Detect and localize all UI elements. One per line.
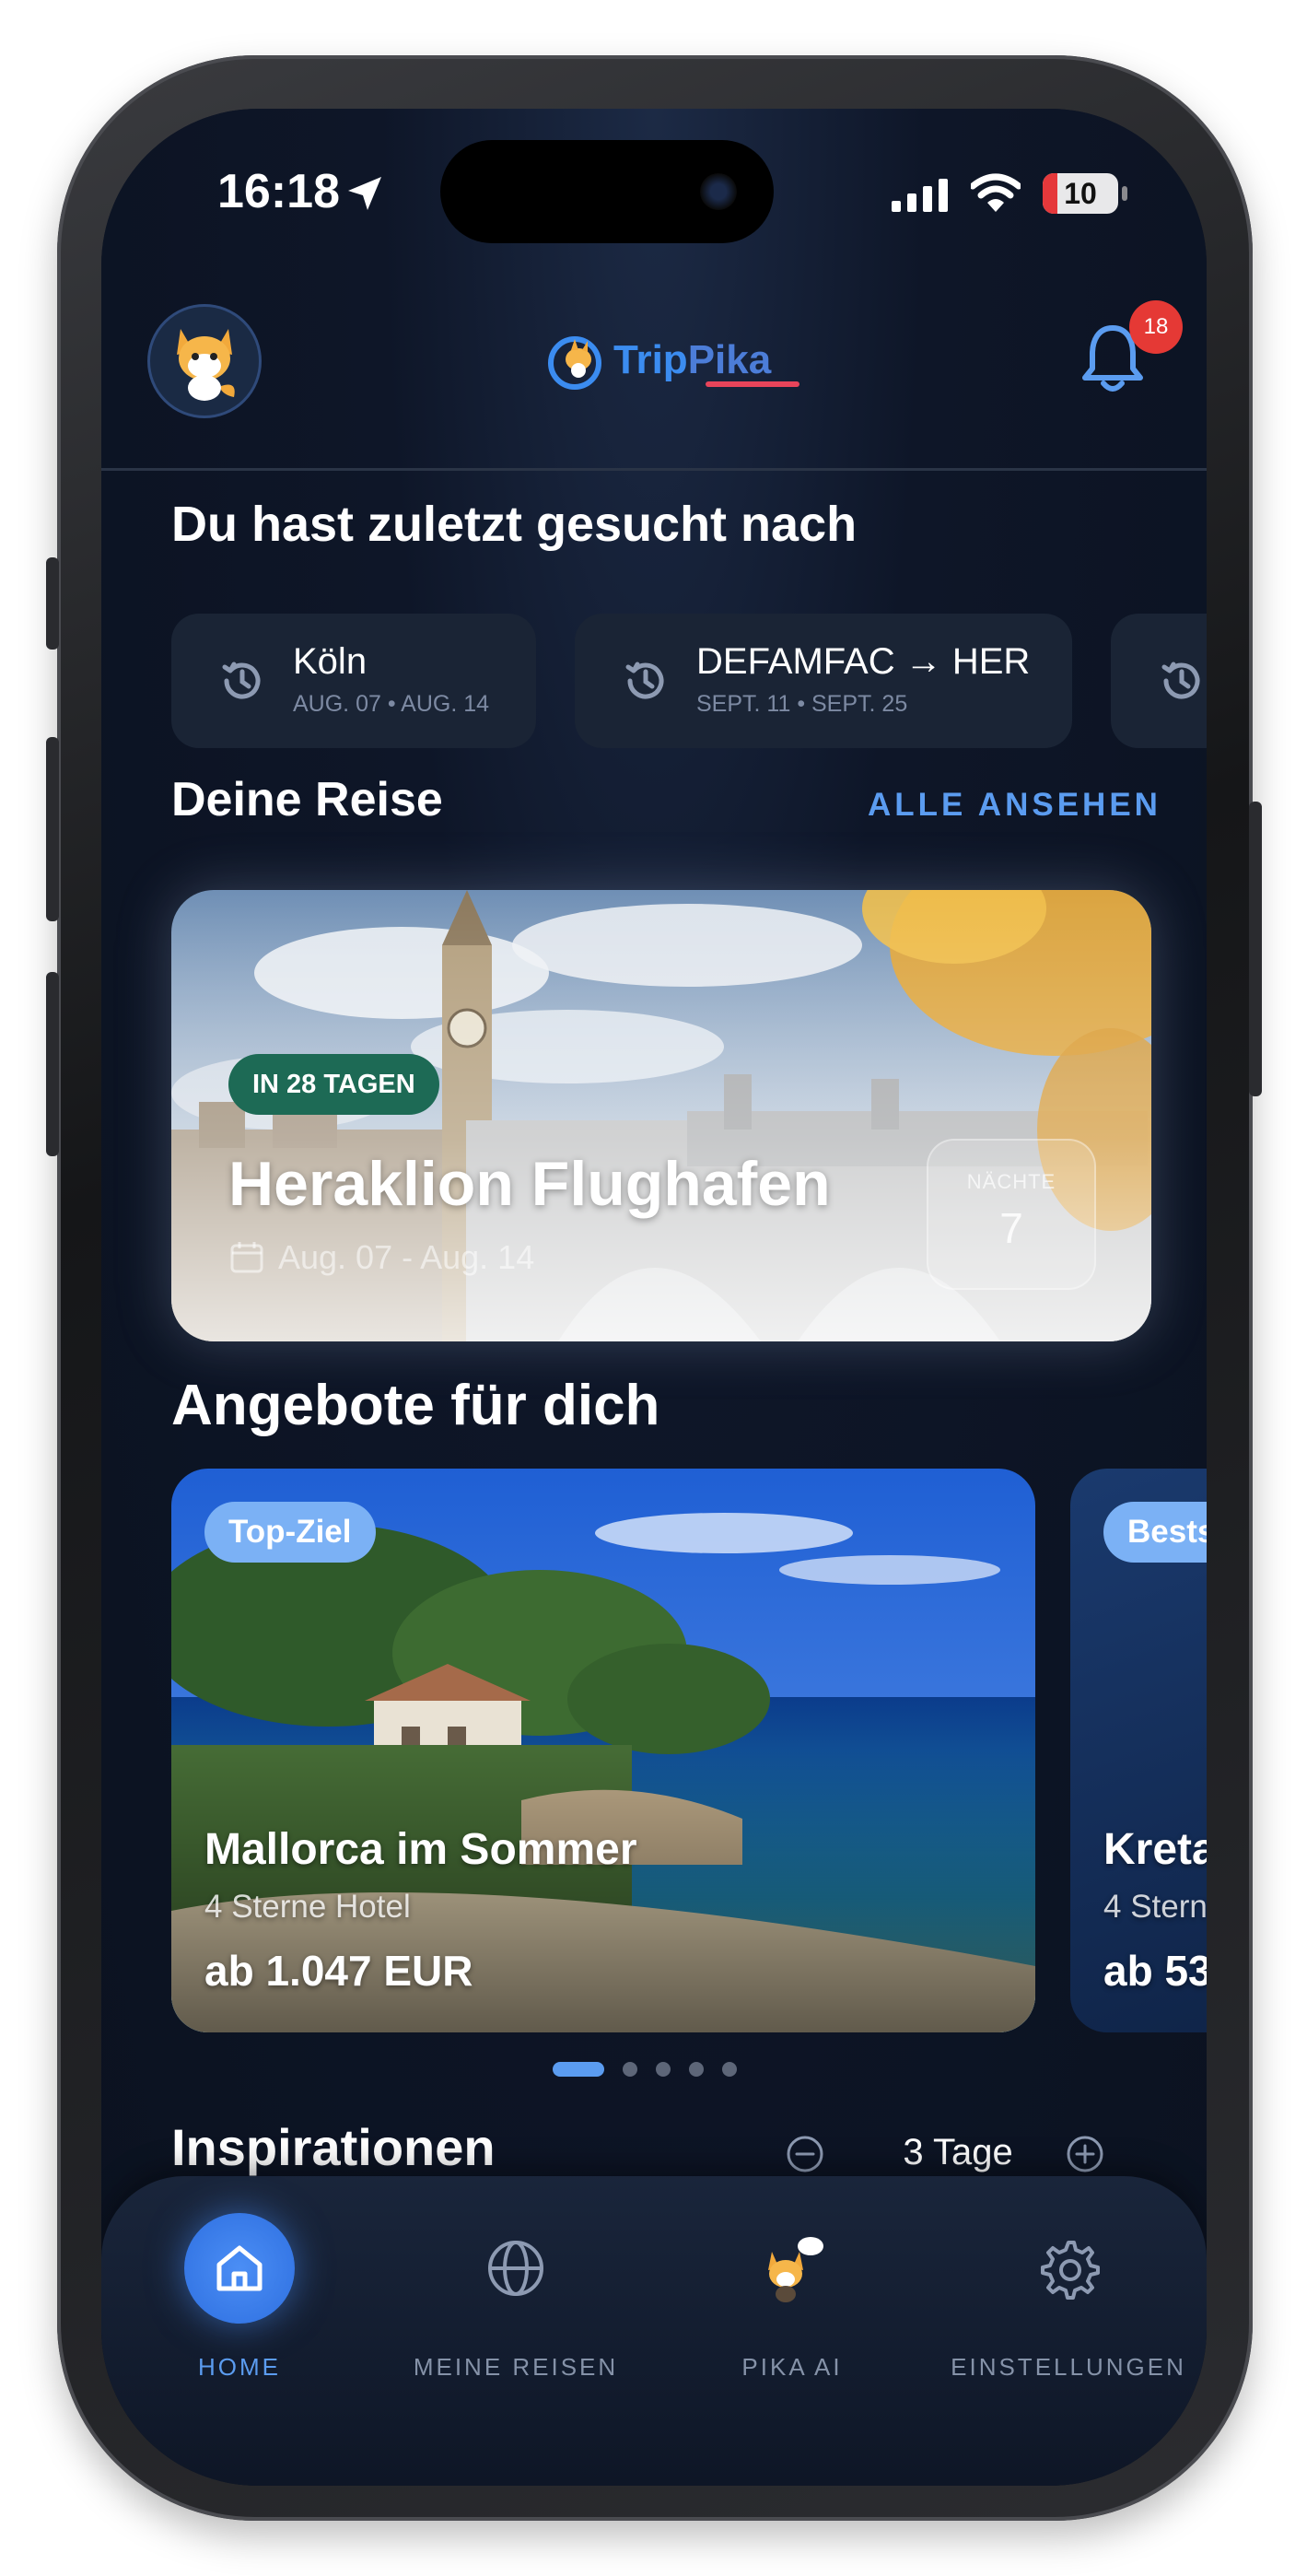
carousel-pagination bbox=[101, 2058, 1207, 2080]
nav-trips-icon-wrap bbox=[461, 2213, 571, 2324]
nav-item-home[interactable]: HOME bbox=[101, 2213, 378, 2416]
recent-search-dates: SEPT. 11 • SEPT. 25 bbox=[696, 691, 908, 717]
volume-up-button bbox=[46, 737, 59, 921]
offer-price: ab 53 bbox=[1103, 1947, 1207, 1995]
trip-dates: Aug. 07 - Aug. 14 bbox=[278, 1238, 535, 1276]
offers-section-title: Angebote für dich bbox=[171, 1374, 660, 1437]
battery-nub bbox=[1122, 186, 1127, 201]
nav-label-settings: EINSTELLUNGEN bbox=[951, 2353, 1186, 2381]
bottom-navigation: HOME MEINE REISEN PIKA AI EINSTELLUNGEN bbox=[101, 2176, 1207, 2486]
recent-searches-title: Du hast zuletzt gesucht nach bbox=[171, 497, 858, 552]
offer-price: ab 1.047 EUR bbox=[204, 1947, 473, 1995]
front-camera bbox=[700, 173, 737, 210]
app-screen: 16:18 10 TripPika 18 Du hast zuletzt ges… bbox=[101, 109, 1207, 2486]
offer-title: Kreta bbox=[1103, 1825, 1207, 1874]
logo-trip-text: Trip bbox=[613, 337, 688, 382]
location-arrow-icon bbox=[348, 177, 381, 210]
nav-item-pika-ai[interactable]: PIKA AI bbox=[654, 2213, 930, 2416]
recent-search-chip[interactable]: Köln AUG. 07 • AUG. 14 bbox=[171, 614, 536, 748]
trip-section-title: Deine Reise bbox=[171, 773, 443, 826]
gear-icon bbox=[1041, 2241, 1100, 2300]
offer-subtitle: 4 Sterne Hotel bbox=[204, 1889, 411, 1925]
battery-indicator: 10 bbox=[1043, 173, 1118, 214]
nights-label: NÄCHTE bbox=[966, 1170, 1056, 1193]
carousel-dot[interactable] bbox=[689, 2062, 704, 2077]
power-button bbox=[1249, 802, 1262, 1096]
status-bar: 16:18 10 bbox=[101, 109, 1207, 275]
carousel-dot[interactable] bbox=[722, 2062, 737, 2077]
volume-down-button bbox=[46, 972, 59, 1156]
duration-value: 3 Tage bbox=[903, 2132, 1013, 2172]
profile-avatar[interactable] bbox=[147, 304, 262, 418]
home-icon bbox=[216, 2245, 263, 2291]
carousel-dot[interactable] bbox=[656, 2062, 671, 2077]
nav-home-icon-wrap bbox=[184, 2213, 295, 2324]
offer-card[interactable]: Top-Ziel Mallorca im Sommer 4 Sterne Hot… bbox=[171, 1469, 1035, 2032]
trip-destination: Heraklion Flughafen bbox=[228, 1149, 831, 1219]
history-icon bbox=[222, 662, 261, 699]
nights-box: NÄCHTE 7 bbox=[927, 1139, 1096, 1290]
carousel-dot[interactable] bbox=[623, 2062, 637, 2077]
trippika-logo-icon bbox=[548, 336, 601, 390]
recent-search-dates: AUG. 07 • AUG. 14 bbox=[293, 691, 490, 717]
status-time: 16:18 bbox=[217, 165, 340, 218]
fox-mascot-icon bbox=[177, 329, 235, 401]
recent-search-chip[interactable] bbox=[1111, 614, 1207, 748]
nav-label-my-trips: MEINE REISEN bbox=[413, 2353, 619, 2381]
history-icon bbox=[625, 662, 664, 699]
battery-level: 10 bbox=[1064, 177, 1097, 210]
cellular-signal-icon bbox=[892, 179, 948, 212]
nav-label-pika-ai: PIKA AI bbox=[741, 2353, 843, 2381]
nights-value: 7 bbox=[999, 1204, 1023, 1252]
carousel-dot[interactable] bbox=[553, 2062, 604, 2077]
nav-item-settings[interactable]: EINSTELLUNGEN bbox=[930, 2213, 1207, 2416]
app-logo: TripPika bbox=[543, 328, 799, 392]
calendar-icon bbox=[230, 1242, 263, 1273]
recent-search-title: DEFAMFAC → HER bbox=[696, 641, 1031, 682]
inspirations-title: Inspirationen bbox=[171, 2118, 496, 2176]
recent-search-title: Köln bbox=[293, 641, 368, 682]
offer-card[interactable]: Bests Kreta 4 Stern ab 53 bbox=[1070, 1469, 1207, 2032]
pika-mascot-icon bbox=[768, 2237, 823, 2302]
logo-underline bbox=[706, 381, 799, 387]
nav-pika-icon-wrap bbox=[737, 2213, 847, 2324]
silent-switch bbox=[46, 557, 59, 650]
days-until-badge: IN 28 TAGEN bbox=[228, 1054, 439, 1115]
notification-badge: 18 bbox=[1129, 300, 1183, 354]
nav-settings-icon-wrap bbox=[1013, 2213, 1124, 2324]
wifi-icon bbox=[971, 173, 1021, 212]
offer-title: Mallorca im Sommer bbox=[204, 1825, 637, 1874]
minus-circle-icon[interactable] bbox=[785, 2134, 825, 2174]
nav-item-my-trips[interactable]: MEINE REISEN bbox=[378, 2213, 654, 2416]
offer-subtitle: 4 Stern bbox=[1103, 1889, 1207, 1925]
logo-pika-text: Pika bbox=[687, 337, 772, 382]
offer-tag: Top-Ziel bbox=[204, 1502, 376, 1563]
trip-card[interactable]: IN 28 TAGEN Heraklion Flughafen Aug. 07 … bbox=[171, 890, 1151, 1341]
plus-circle-icon[interactable] bbox=[1065, 2134, 1105, 2174]
dynamic-island bbox=[440, 140, 774, 243]
logo-wordmark: TripPika bbox=[613, 337, 771, 383]
see-all-link[interactable]: ALLE ANSEHEN bbox=[868, 787, 1161, 824]
offer-tag: Bests bbox=[1103, 1502, 1207, 1563]
globe-icon bbox=[488, 2241, 543, 2296]
recent-search-chip[interactable]: DEFAMFAC → HER SEPT. 11 • SEPT. 25 bbox=[575, 614, 1072, 748]
nav-label-home: HOME bbox=[198, 2353, 281, 2381]
history-icon bbox=[1161, 662, 1200, 699]
